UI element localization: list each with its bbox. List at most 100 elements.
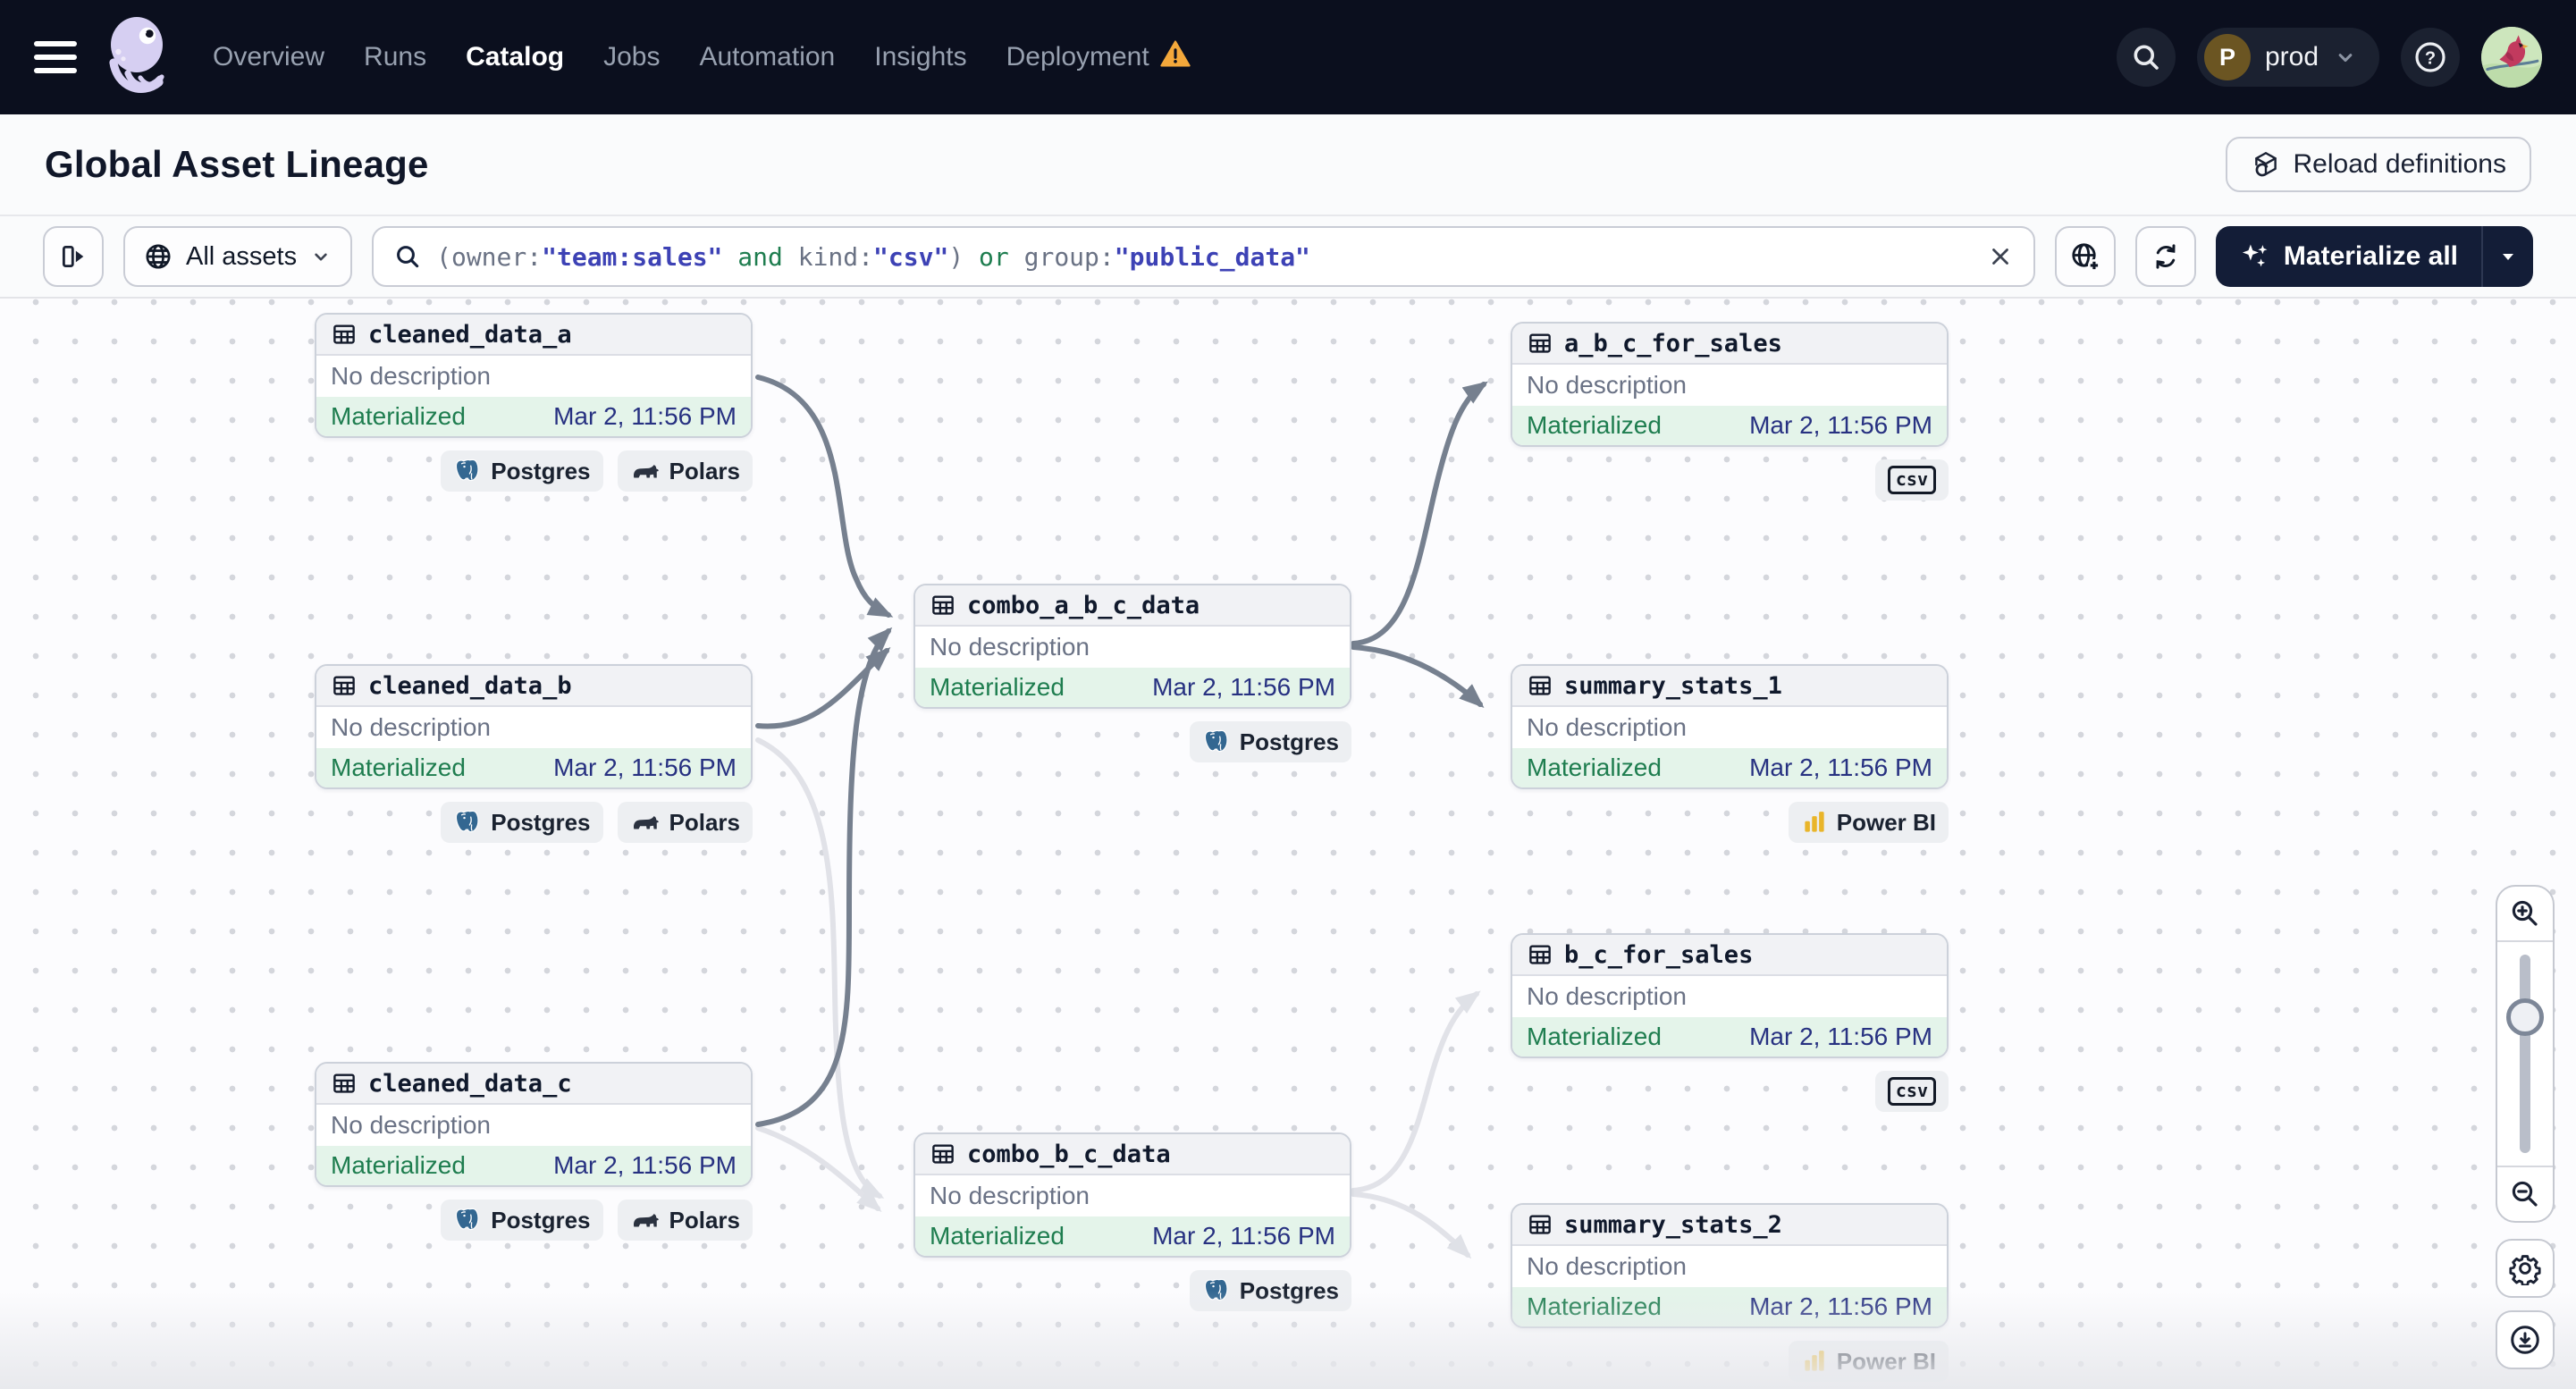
kind-tag-postgres[interactable]: Postgres — [441, 1200, 603, 1241]
app-root: Overview Runs Catalog Jobs Automation Insight… — [0, 0, 2576, 1389]
asset-node-cleaned_data_b[interactable]: cleaned_data_b No description Materialized… — [315, 664, 753, 843]
lineage-canvas[interactable]: cleaned_data_a No description Materialized… — [0, 299, 2576, 1389]
kind-tag-label: Power BI — [1836, 808, 1936, 836]
asset-description: No description — [331, 713, 491, 741]
status-badge: Materialized — [331, 1151, 466, 1179]
polars-icon — [630, 460, 661, 482]
table-icon — [331, 1070, 358, 1097]
asset-description: No description — [1527, 982, 1687, 1010]
materialization-row: Materialized Mar 2, 11:56 PM — [316, 1146, 751, 1185]
table-icon — [331, 672, 358, 699]
postgres-icon — [1202, 728, 1231, 756]
asset-node-summary_stats_2[interactable]: summary_stats_2 No description Materialize… — [1511, 1203, 1949, 1382]
kind-tag-power-bi[interactable]: Power BI — [1788, 1341, 1949, 1382]
asset-node-b_c_for_sales[interactable]: b_c_for_sales No description Materialized M… — [1511, 933, 1949, 1112]
kind-tag-polars[interactable]: Polars — [617, 1200, 753, 1241]
edge-cleaned_data_c-to-combo_a_b_c_data — [755, 627, 893, 1127]
asset-card[interactable]: combo_a_b_c_data No description Materializ… — [913, 584, 1351, 709]
powerbi-icon — [1801, 809, 1828, 836]
csv-icon: csv — [1887, 466, 1936, 494]
graph-settings-button[interactable] — [2496, 1239, 2555, 1298]
asset-node-combo_a_b_c_data[interactable]: combo_a_b_c_data No description Materializ… — [913, 584, 1351, 762]
kind-tag-label: Postgres — [491, 1206, 591, 1233]
edge-combo_a_b_c_data-to-a_b_c_for_sales — [1351, 381, 1488, 646]
zoom-slider-knob[interactable] — [2506, 998, 2544, 1036]
kind-tags: Power BI — [1511, 802, 1949, 843]
asset-title: combo_a_b_c_data — [967, 591, 1200, 619]
kind-tags: csv — [1511, 1071, 1949, 1112]
kind-tag-label: Polars — [669, 808, 741, 836]
asset-card[interactable]: combo_b_c_data No description Materialized… — [913, 1132, 1351, 1258]
asset-title: a_b_c_for_sales — [1564, 329, 1782, 358]
kind-tag-postgres[interactable]: Postgres — [1189, 721, 1351, 762]
asset-title: combo_b_c_data — [967, 1140, 1171, 1168]
asset-node-combo_b_c_data[interactable]: combo_b_c_data No description Materialized… — [913, 1132, 1351, 1311]
download-image-button[interactable] — [2496, 1310, 2555, 1369]
status-badge: Materialized — [930, 1222, 1065, 1250]
kind-tags: Postgres — [913, 721, 1351, 762]
asset-node-cleaned_data_a[interactable]: cleaned_data_a No description Materialized… — [315, 313, 753, 492]
postgres-icon — [453, 1206, 482, 1234]
asset-card[interactable]: a_b_c_for_sales No description Materialize… — [1511, 322, 1949, 447]
kind-tag-postgres[interactable]: Postgres — [441, 802, 603, 843]
status-badge: Materialized — [1527, 753, 1662, 781]
materialization-row: Materialized Mar 2, 11:56 PM — [316, 397, 751, 436]
edge-combo_b_c_data-to-b_c_for_sales — [1351, 990, 1481, 1193]
materialization-timestamp: Mar 2, 11:56 PM — [1152, 673, 1335, 701]
kind-tag-label: Postgres — [1239, 1276, 1339, 1304]
asset-node-cleaned_data_c[interactable]: cleaned_data_c No description Materialized… — [315, 1062, 753, 1241]
kind-tag-power-bi[interactable]: Power BI — [1788, 802, 1949, 843]
kind-tag-csv[interactable]: csv — [1874, 1071, 1949, 1112]
asset-card-header: cleaned_data_c — [316, 1064, 751, 1105]
zoom-out-icon[interactable] — [2497, 1166, 2553, 1221]
materialization-row: Materialized Mar 2, 11:56 PM — [1512, 1287, 1947, 1326]
zoom-slider[interactable] — [2497, 942, 2553, 1166]
kind-tags: Postgres Polars — [315, 450, 753, 492]
edge-combo_a_b_c_data-to-summary_stats_1 — [1351, 644, 1485, 708]
materialization-timestamp: Mar 2, 11:56 PM — [553, 402, 737, 430]
asset-node-summary_stats_1[interactable]: summary_stats_1 No description Materialize… — [1511, 664, 1949, 843]
asset-node-a_b_c_for_sales[interactable]: a_b_c_for_sales No description Materialize… — [1511, 322, 1949, 501]
asset-title: summary_stats_1 — [1564, 671, 1782, 700]
asset-description: No description — [930, 1182, 1090, 1209]
gear-icon — [2509, 1255, 2541, 1285]
kind-tag-label: Postgres — [1239, 728, 1339, 755]
asset-card-header: summary_stats_1 — [1512, 666, 1947, 707]
status-badge: Materialized — [930, 673, 1065, 701]
table-icon — [1527, 330, 1553, 357]
asset-title: summary_stats_2 — [1564, 1210, 1782, 1239]
asset-description: No description — [1527, 371, 1687, 399]
asset-card[interactable]: cleaned_data_b No description Materialized… — [315, 664, 753, 789]
asset-description: No description — [331, 362, 491, 390]
download-icon — [2511, 1326, 2539, 1354]
materialization-timestamp: Mar 2, 11:56 PM — [553, 1151, 737, 1179]
edge-cleaned_data_a-to-combo_a_b_c_data — [755, 375, 894, 618]
kind-tags: Postgres — [913, 1270, 1351, 1311]
postgres-icon — [453, 457, 482, 485]
kind-tag-polars[interactable]: Polars — [617, 802, 753, 843]
kind-tag-postgres[interactable]: Postgres — [441, 450, 603, 492]
materialization-timestamp: Mar 2, 11:56 PM — [1749, 1292, 1932, 1320]
edge-cleaned_data_c-to-combo_b_c_data — [755, 1125, 882, 1212]
materialization-row: Materialized Mar 2, 11:56 PM — [915, 668, 1350, 707]
asset-card[interactable]: b_c_for_sales No description Materialized M… — [1511, 933, 1949, 1058]
asset-card[interactable]: summary_stats_2 No description Materialize… — [1511, 1203, 1949, 1328]
asset-title: cleaned_data_a — [368, 320, 572, 349]
asset-card[interactable]: summary_stats_1 No description Materialize… — [1511, 664, 1949, 789]
kind-tags: Postgres Polars — [315, 802, 753, 843]
asset-card-header: cleaned_data_a — [316, 315, 751, 356]
zoom-widget — [2496, 885, 2555, 1223]
polars-icon — [630, 1209, 661, 1231]
kind-tag-label: Polars — [669, 457, 741, 484]
zoom-in-icon[interactable] — [2497, 887, 2553, 942]
materialization-row: Materialized Mar 2, 11:56 PM — [316, 748, 751, 787]
kind-tag-polars[interactable]: Polars — [617, 450, 753, 492]
materialization-timestamp: Mar 2, 11:56 PM — [553, 753, 737, 781]
asset-card[interactable]: cleaned_data_a No description Materialized… — [315, 313, 753, 438]
materialization-row: Materialized Mar 2, 11:56 PM — [915, 1216, 1350, 1256]
kind-tag-csv[interactable]: csv — [1874, 459, 1949, 501]
asset-card[interactable]: cleaned_data_c No description Materialized… — [315, 1062, 753, 1187]
zoom-slider-track[interactable] — [2520, 955, 2530, 1153]
kind-tag-postgres[interactable]: Postgres — [1189, 1270, 1351, 1311]
asset-description: No description — [1527, 713, 1687, 741]
